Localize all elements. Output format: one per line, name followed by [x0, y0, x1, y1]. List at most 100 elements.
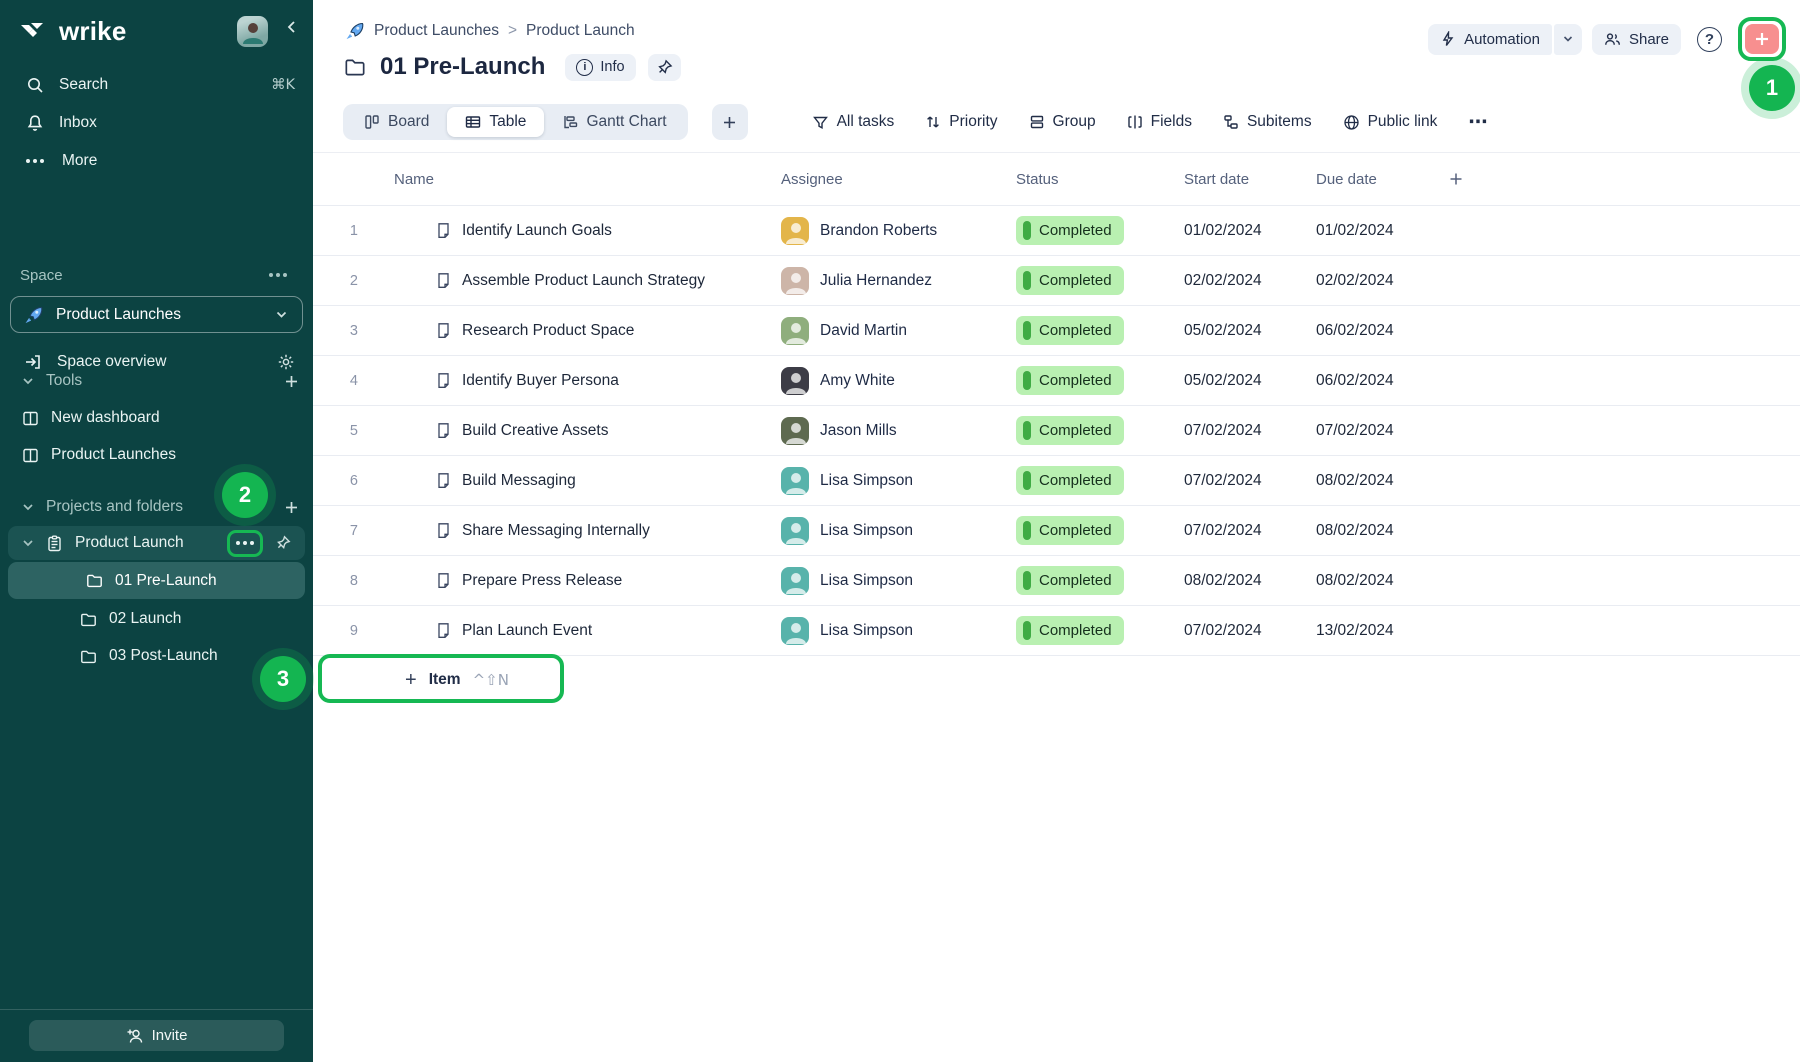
- task-name[interactable]: Identify Buyer Persona: [462, 372, 619, 390]
- add-column-button[interactable]: [1448, 171, 1470, 187]
- sidebar-item-product-launch-project[interactable]: Product Launch: [8, 526, 305, 560]
- space-menu-icon[interactable]: [269, 273, 287, 277]
- due-date[interactable]: 08/02/2024: [1316, 572, 1448, 590]
- due-date[interactable]: 13/02/2024: [1316, 622, 1448, 640]
- start-date[interactable]: 08/02/2024: [1184, 572, 1316, 590]
- breadcrumb-space[interactable]: Product Launches: [374, 22, 499, 40]
- table-row[interactable]: 8 Prepare Press Release Lisa Simpson Com…: [313, 556, 1800, 606]
- start-date[interactable]: 01/02/2024: [1184, 222, 1316, 240]
- assignee-name[interactable]: Lisa Simpson: [820, 572, 913, 590]
- sidebar-item-more[interactable]: More: [0, 142, 313, 180]
- breadcrumb-project[interactable]: Product Launch: [526, 22, 635, 40]
- status-badge[interactable]: Completed: [1016, 266, 1124, 295]
- user-avatar[interactable]: [237, 16, 268, 47]
- assignee-name[interactable]: Lisa Simpson: [820, 622, 913, 640]
- table-row[interactable]: 9 Plan Launch Event Lisa Simpson Complet…: [313, 606, 1800, 656]
- task-name[interactable]: Prepare Press Release: [462, 572, 622, 590]
- start-date[interactable]: 02/02/2024: [1184, 272, 1316, 290]
- column-header-start-date[interactable]: Start date: [1184, 171, 1316, 188]
- sidebar-item-new-dashboard[interactable]: New dashboard: [0, 400, 313, 436]
- fields-button[interactable]: Fields: [1127, 113, 1192, 131]
- pin-button[interactable]: [648, 54, 681, 81]
- due-date[interactable]: 06/02/2024: [1316, 372, 1448, 390]
- tab-table[interactable]: Table: [447, 107, 544, 137]
- column-header-assignee[interactable]: Assignee: [781, 171, 1016, 188]
- filter-all-tasks-button[interactable]: All tasks: [812, 113, 895, 131]
- pin-icon[interactable]: [275, 535, 291, 551]
- assignee-name[interactable]: Lisa Simpson: [820, 522, 913, 540]
- project-more-options-button[interactable]: [227, 530, 263, 557]
- assignee-name[interactable]: Lisa Simpson: [820, 472, 913, 490]
- invite-button[interactable]: Invite: [29, 1020, 284, 1051]
- due-date[interactable]: 08/02/2024: [1316, 522, 1448, 540]
- tools-header[interactable]: Tools: [0, 363, 313, 399]
- info-button[interactable]: i Info: [565, 54, 635, 81]
- start-date[interactable]: 07/02/2024: [1184, 422, 1316, 440]
- share-button[interactable]: Share: [1592, 24, 1681, 55]
- task-name[interactable]: Share Messaging Internally: [462, 522, 650, 540]
- automation-dropdown-button[interactable]: [1554, 24, 1582, 55]
- table-row[interactable]: 3 Research Product Space David Martin Co…: [313, 306, 1800, 356]
- assignee-name[interactable]: Jason Mills: [820, 422, 897, 440]
- task-name[interactable]: Assemble Product Launch Strategy: [462, 272, 705, 290]
- table-row[interactable]: 6 Build Messaging Lisa Simpson Completed…: [313, 456, 1800, 506]
- sort-priority-button[interactable]: Priority: [925, 113, 997, 131]
- help-button[interactable]: ?: [1697, 27, 1722, 52]
- assignee-name[interactable]: Julia Hernandez: [820, 272, 932, 290]
- plus-icon[interactable]: [284, 374, 299, 389]
- sidebar-item-inbox[interactable]: Inbox: [0, 104, 313, 142]
- add-item-row[interactable]: + Item ^⇧N: [313, 656, 1800, 704]
- table-row[interactable]: 5 Build Creative Assets Jason Mills Comp…: [313, 406, 1800, 456]
- status-badge[interactable]: Completed: [1016, 566, 1124, 595]
- start-date[interactable]: 05/02/2024: [1184, 372, 1316, 390]
- start-date[interactable]: 07/02/2024: [1184, 472, 1316, 490]
- status-badge[interactable]: Completed: [1016, 616, 1124, 645]
- sidebar-item-folder-02[interactable]: 02 Launch: [0, 601, 313, 637]
- due-date[interactable]: 06/02/2024: [1316, 322, 1448, 340]
- due-date[interactable]: 07/02/2024: [1316, 422, 1448, 440]
- status-badge[interactable]: Completed: [1016, 416, 1124, 445]
- column-header-name[interactable]: Name: [380, 171, 781, 188]
- space-selector[interactable]: Product Launches: [10, 296, 303, 333]
- tab-board[interactable]: Board: [346, 107, 447, 137]
- status-badge[interactable]: Completed: [1016, 466, 1124, 495]
- automation-button[interactable]: Automation: [1428, 24, 1552, 55]
- task-name[interactable]: Build Messaging: [462, 472, 576, 490]
- task-name[interactable]: Identify Launch Goals: [462, 222, 612, 240]
- start-date[interactable]: 07/02/2024: [1184, 622, 1316, 640]
- subitems-button[interactable]: Subitems: [1223, 113, 1312, 131]
- wrike-logo[interactable]: wrike: [20, 16, 127, 47]
- table-row[interactable]: 1 Identify Launch Goals Brandon Roberts …: [313, 206, 1800, 256]
- start-date[interactable]: 05/02/2024: [1184, 322, 1316, 340]
- add-view-button[interactable]: [712, 104, 748, 140]
- task-name[interactable]: Plan Launch Event: [462, 622, 592, 640]
- status-badge[interactable]: Completed: [1016, 316, 1124, 345]
- start-date[interactable]: 07/02/2024: [1184, 522, 1316, 540]
- add-task-button[interactable]: [1745, 24, 1779, 54]
- task-name[interactable]: Build Creative Assets: [462, 422, 608, 440]
- sidebar-item-search[interactable]: Search ⌘K: [0, 66, 313, 104]
- tab-gantt-chart[interactable]: Gantt Chart: [544, 107, 684, 137]
- due-date[interactable]: 02/02/2024: [1316, 272, 1448, 290]
- sidebar-item-product-launches-tool[interactable]: Product Launches: [0, 437, 313, 473]
- table-row[interactable]: 7 Share Messaging Internally Lisa Simpso…: [313, 506, 1800, 556]
- due-date[interactable]: 01/02/2024: [1316, 222, 1448, 240]
- table-row[interactable]: 2 Assemble Product Launch Strategy Julia…: [313, 256, 1800, 306]
- status-badge[interactable]: Completed: [1016, 216, 1124, 245]
- assignee-name[interactable]: Amy White: [820, 372, 895, 390]
- collapse-sidebar-icon[interactable]: [285, 20, 299, 39]
- task-name[interactable]: Research Product Space: [462, 322, 634, 340]
- plus-icon[interactable]: [284, 500, 299, 515]
- assignee-name[interactable]: David Martin: [820, 322, 907, 340]
- column-header-status[interactable]: Status: [1016, 171, 1184, 188]
- sidebar-item-folder-01[interactable]: 01 Pre-Launch: [8, 562, 305, 599]
- due-date[interactable]: 08/02/2024: [1316, 472, 1448, 490]
- status-badge[interactable]: Completed: [1016, 516, 1124, 545]
- toolbar-more-button[interactable]: ⋯: [1468, 111, 1487, 134]
- group-button[interactable]: Group: [1029, 113, 1096, 131]
- status-badge[interactable]: Completed: [1016, 366, 1124, 395]
- public-link-button[interactable]: Public link: [1343, 113, 1438, 131]
- assignee-name[interactable]: Brandon Roberts: [820, 222, 937, 240]
- table-row[interactable]: 4 Identify Buyer Persona Amy White Compl…: [313, 356, 1800, 406]
- column-header-due-date[interactable]: Due date: [1316, 171, 1448, 188]
